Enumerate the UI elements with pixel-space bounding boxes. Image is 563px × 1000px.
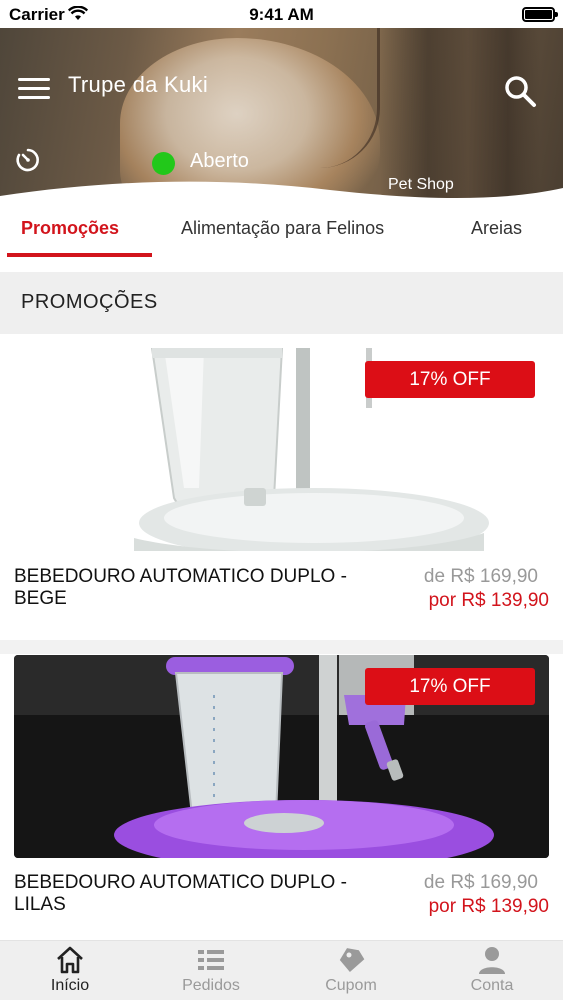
old-price: de R$ 169,90 (423, 872, 538, 893)
product-name: BEBEDOURO AUTOMATICO DUPLO - LILAS (14, 872, 347, 915)
tab-alimentacao-felinos[interactable]: Alimentação para Felinos (181, 218, 384, 239)
product-image[interactable]: 17% OFF (14, 348, 549, 551)
clock: 9:41 AM (249, 5, 314, 24)
tag-icon (339, 948, 365, 972)
nav-inicio[interactable]: Início (20, 945, 120, 995)
search-icon[interactable] (503, 74, 537, 108)
nav-label: Cupom (325, 977, 377, 994)
list-icon (198, 950, 224, 970)
status-bar: Carrier 9:41 AM (0, 0, 563, 28)
section-title: PROMOÇÕES (21, 291, 158, 313)
product-image[interactable]: 17% OFF (14, 655, 549, 858)
battery-icon (522, 7, 558, 22)
nav-cupom[interactable]: Cupom (301, 945, 401, 995)
product-name: BEBEDOURO AUTOMATICO DUPLO - BEGE (14, 566, 347, 609)
header-wave (0, 181, 563, 208)
section-header: PROMOÇÕES (0, 272, 563, 334)
menu-icon[interactable] (18, 78, 50, 100)
product-card[interactable]: 17% OFF BEBEDOURO AUTOMATICO DUPLO - LIL… (0, 654, 563, 940)
user-icon (479, 947, 505, 974)
new-price: por R$ 139,90 (428, 896, 549, 917)
discount-badge: 17% OFF (365, 361, 535, 398)
card-divider (0, 640, 563, 654)
nav-label: Conta (470, 977, 514, 994)
open-status-label: Aberto (190, 150, 249, 172)
open-status-dot (152, 152, 175, 175)
new-price: por R$ 139,90 (428, 590, 549, 611)
category-tabs: Promoções Alimentação para Felinos Areia… (0, 208, 563, 272)
nav-pedidos[interactable]: Pedidos (161, 945, 261, 995)
tab-areias[interactable]: Areias (471, 218, 522, 239)
active-tab-indicator (7, 253, 152, 257)
home-icon (57, 946, 83, 974)
store-name: Trupe da Kuki (68, 72, 209, 97)
timer-icon[interactable] (14, 146, 42, 174)
nav-label: Início (50, 977, 90, 994)
store-header: Trupe da Kuki Aberto Pet Shop (0, 28, 563, 208)
discount-badge: 17% OFF (365, 668, 535, 705)
tab-promocoes[interactable]: Promoções (21, 218, 119, 239)
bottom-nav: Início Pedidos Cupom Conta (0, 940, 563, 1000)
nav-conta[interactable]: Conta (442, 945, 542, 995)
nav-label: Pedidos (182, 977, 240, 994)
old-price: de R$ 169,90 (423, 566, 538, 587)
product-card[interactable]: 17% OFF BEBEDOURO AUTOMATICO DUPLO - BEG… (0, 334, 563, 640)
